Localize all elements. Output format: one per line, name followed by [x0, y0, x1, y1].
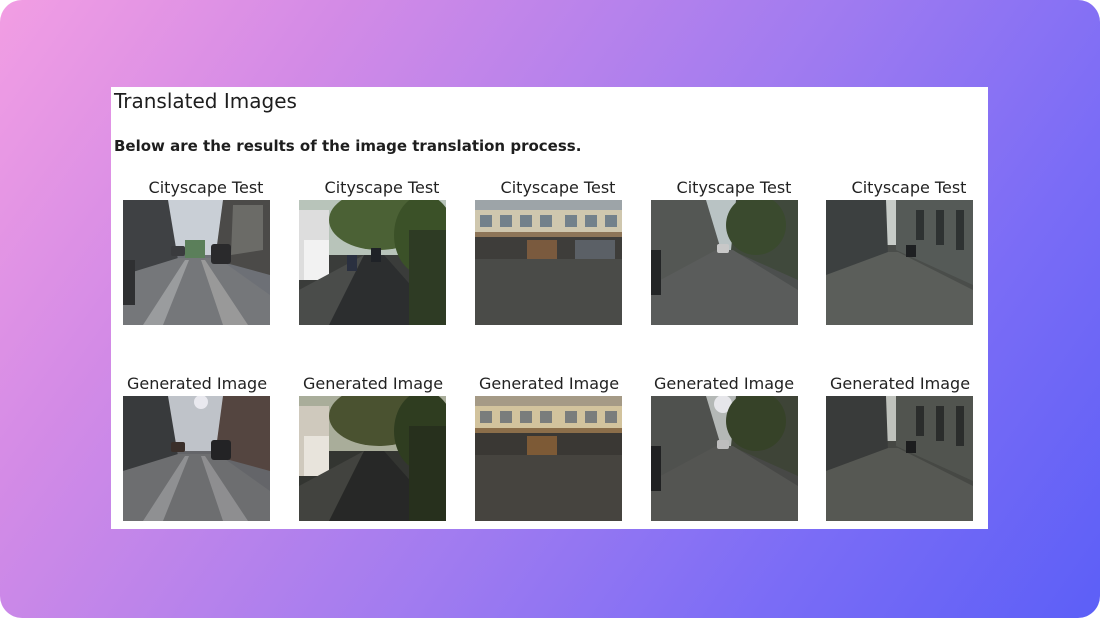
gradient-background: Translated Images Below are the results … [0, 0, 1100, 618]
caption-cityscape-4: Cityscape Test [676, 178, 792, 197]
cityscape-image-2 [299, 200, 446, 325]
caption-cityscape-2: Cityscape Test [324, 178, 440, 197]
caption-generated-5: Generated Image [829, 374, 971, 393]
page-title: Translated Images [114, 89, 297, 113]
generated-image-5 [826, 396, 973, 521]
caption-generated-4: Generated Image [653, 374, 795, 393]
cityscape-image-3 [475, 200, 622, 325]
generated-image-2 [299, 396, 446, 521]
cityscape-image-1 [123, 200, 270, 325]
generated-image-3 [475, 396, 622, 521]
cityscape-image-4 [651, 200, 798, 325]
cityscape-image-5 [826, 200, 973, 325]
caption-generated-1: Generated Image [126, 374, 268, 393]
caption-cityscape-1: Cityscape Test [148, 178, 264, 197]
content-card: Translated Images Below are the results … [111, 87, 988, 529]
caption-cityscape-5: Cityscape Test [851, 178, 967, 197]
caption-generated-3: Generated Image [478, 374, 620, 393]
generated-image-1 [123, 396, 270, 521]
caption-generated-2: Generated Image [302, 374, 444, 393]
page-subtitle: Below are the results of the image trans… [114, 137, 582, 155]
generated-image-4 [651, 396, 798, 521]
caption-cityscape-3: Cityscape Test [500, 178, 616, 197]
